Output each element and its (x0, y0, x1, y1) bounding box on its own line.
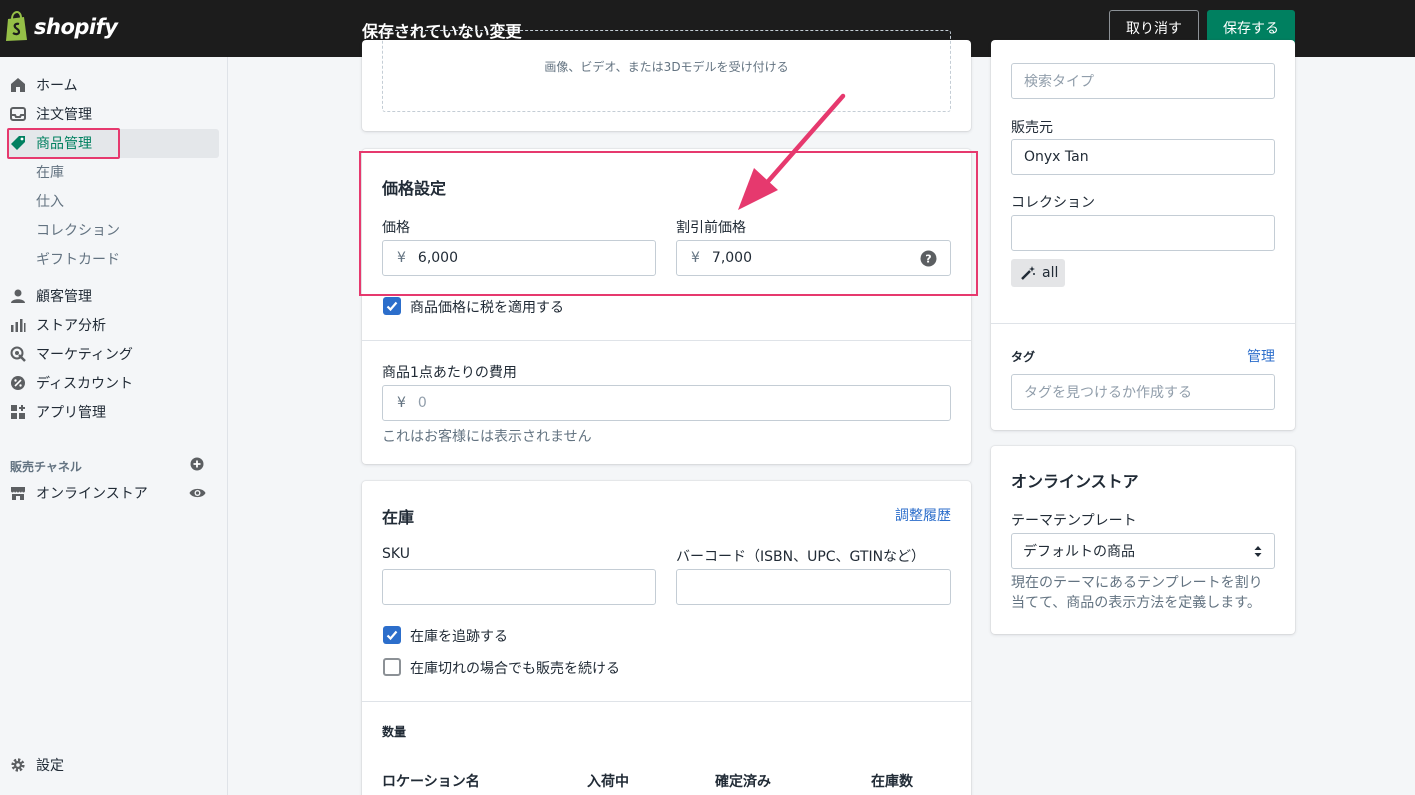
cost-input[interactable]: ¥ 0 (382, 385, 951, 421)
target-icon (10, 346, 26, 362)
brand-name: shopify (34, 15, 118, 39)
track-inventory-label: 在庫を追跡する (410, 629, 508, 645)
sales-channels-title: 販売チャネル (10, 460, 82, 474)
adjustment-history-link[interactable]: 調整履歴 (895, 505, 951, 525)
manage-tags-link[interactable]: 管理 (1247, 346, 1275, 366)
template-select-value: デフォルトの商品 (1023, 544, 1135, 560)
sidebar-item-label: オンラインストア (36, 486, 148, 502)
divider (991, 323, 1295, 324)
column-location: ロケーション名 (382, 774, 480, 790)
divider (362, 701, 971, 702)
online-store-title: オンラインストア (1011, 472, 1139, 491)
sidebar-item-label: 顧客管理 (36, 289, 92, 305)
sidebar-item-label: 設定 (36, 758, 64, 774)
sidebar-item-customers[interactable]: 顧客管理 (0, 282, 228, 310)
continue-selling-label: 在庫切れの場合でも販売を続ける (410, 661, 620, 677)
media-card: 画像、ビデオ、または3Dモデルを受け付ける (362, 30, 971, 131)
sidebar-item-home[interactable]: ホーム (0, 71, 228, 99)
column-committed: 確定済み (715, 774, 771, 790)
sidebar-item-label: ホーム (36, 78, 78, 94)
sidebar-subitem-gift-cards[interactable]: ギフトカード (0, 245, 228, 273)
sidebar-item-label: 在庫 (36, 165, 64, 181)
tags-title: タグ (1011, 350, 1036, 364)
bar-chart-icon (11, 319, 26, 332)
column-incoming: 入荷中 (587, 774, 629, 790)
chip-label: all (1042, 265, 1059, 281)
cost-placeholder: 0 (417, 395, 427, 411)
sidebar-item-label: コレクション (36, 223, 120, 239)
track-inventory-checkbox[interactable] (383, 626, 401, 644)
sidebar-item-orders[interactable]: 注文管理 (0, 100, 228, 128)
sidebar-item-marketing[interactable]: マーケティング (0, 340, 228, 368)
sidebar-subitem-purchase[interactable]: 仕入 (0, 187, 228, 215)
sidebar-item-apps[interactable]: アプリ管理 (0, 398, 228, 426)
annotation-arrow-icon (738, 93, 846, 210)
check-icon (386, 630, 398, 641)
collection-chip[interactable]: all (1011, 259, 1065, 287)
divider (362, 340, 971, 341)
template-select[interactable]: デフォルトの商品 (1011, 533, 1275, 569)
vendor-value: Onyx Tan (1024, 149, 1089, 165)
apps-icon (11, 405, 25, 419)
home-icon (11, 78, 25, 92)
sku-label: SKU (382, 546, 410, 562)
product-type-placeholder: 検索タイプ (1024, 74, 1094, 90)
cost-label: 商品1点あたりの費用 (382, 365, 517, 381)
add-channel-icon[interactable] (190, 457, 204, 471)
vendor-input[interactable]: Onyx Tan (1011, 139, 1275, 175)
gear-icon (11, 758, 25, 772)
sidebar-subitem-collections[interactable]: コレクション (0, 216, 228, 244)
cost-currency: ¥ (397, 395, 406, 411)
store-icon (11, 487, 25, 500)
column-available: 在庫数 (871, 774, 913, 790)
check-icon (386, 301, 398, 312)
shopify-logo[interactable]: shopify (4, 11, 118, 43)
organization-card: 検索タイプ 販売元 Onyx Tan コレクション all タグ 管理 タグを見… (991, 40, 1295, 430)
sidebar-item-label: ギフトカード (36, 252, 120, 268)
select-arrows-icon (1254, 546, 1262, 557)
shopify-bag-icon (6, 11, 27, 41)
sku-input[interactable] (382, 569, 656, 605)
product-type-input[interactable]: 検索タイプ (1011, 63, 1275, 99)
sidebar-item-analytics[interactable]: ストア分析 (0, 311, 228, 339)
sidebar-item-label: マーケティング (36, 347, 133, 363)
sidebar-item-settings[interactable]: 設定 (0, 751, 228, 779)
sidebar-item-discounts[interactable]: ディスカウント (0, 369, 228, 397)
tags-input[interactable]: タグを見つけるか作成する (1011, 374, 1275, 410)
vendor-label: 販売元 (1011, 120, 1053, 136)
products-highlight-box (7, 128, 120, 159)
online-store-card: オンラインストア テーマテンプレート デフォルトの商品 現在のテーマにあるテンプ… (991, 446, 1295, 634)
sidebar-item-label: ストア分析 (36, 318, 106, 334)
sidebar-item-label: アプリ管理 (36, 405, 106, 421)
inventory-card: 在庫 調整履歴 SKU バーコード（ISBN、UPC、GTINなど） 在庫を追跡… (362, 481, 971, 795)
person-icon (11, 289, 25, 303)
collections-label: コレクション (1011, 195, 1095, 211)
media-dropzone-hint: 画像、ビデオ、または3Dモデルを受け付ける (544, 60, 789, 74)
tax-checkbox-label: 商品価格に税を適用する (410, 300, 564, 316)
media-dropzone[interactable]: 画像、ビデオ、または3Dモデルを受け付ける (382, 30, 951, 112)
barcode-label: バーコード（ISBN、UPC、GTINなど） (676, 549, 926, 565)
sidebar-subitem-inventory[interactable]: 在庫 (0, 158, 228, 186)
template-label: テーマテンプレート (1011, 513, 1137, 529)
quantity-title: 数量 (382, 725, 407, 739)
inbox-icon (10, 107, 26, 121)
sidebar: ホーム 注文管理 商品管理 在庫 仕入 コレクション ギフトカード 顧客管理 ス… (0, 57, 228, 795)
cost-help-text: これはお客様には表示されません (382, 429, 592, 445)
eye-icon[interactable] (189, 487, 206, 499)
template-help-text: 現在のテーマにあるテンプレートを割り当てて、商品の表示方法を定義します。 (1011, 575, 1263, 611)
tax-checkbox[interactable] (383, 297, 401, 315)
collections-input[interactable] (1011, 215, 1275, 251)
sidebar-item-label: 注文管理 (36, 107, 92, 123)
pricing-highlight-box (359, 151, 978, 296)
tags-placeholder: タグを見つけるか作成する (1024, 385, 1192, 401)
discount-icon (11, 376, 25, 390)
sidebar-item-label: 仕入 (36, 194, 64, 210)
barcode-input[interactable] (676, 569, 951, 605)
continue-selling-checkbox[interactable] (383, 658, 401, 676)
magic-wand-icon (1021, 266, 1035, 280)
sidebar-item-label: ディスカウント (36, 376, 134, 392)
inventory-title: 在庫 (382, 508, 415, 527)
